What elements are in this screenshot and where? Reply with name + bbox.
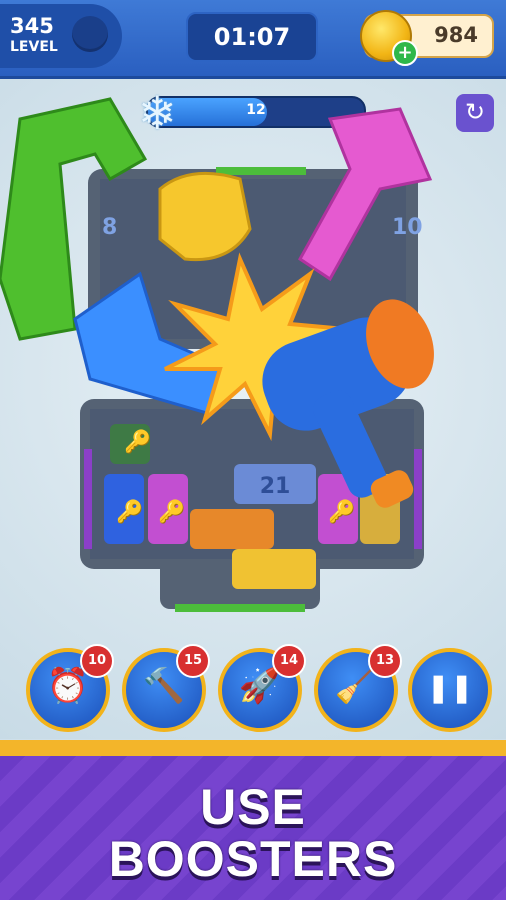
level-badge-icon [72, 16, 108, 52]
block-number-8: 8 [102, 215, 117, 240]
pause-button[interactable]: ❚❚ [408, 648, 492, 732]
key-icon: 🔑 [124, 428, 151, 455]
level-number: 345 [10, 14, 54, 38]
vacuum-booster[interactable]: 🧹 13 [314, 644, 402, 732]
booster-bar: ⏰ 10 🔨 15 🚀 14 🧹 13 ❚❚ [0, 640, 506, 736]
key-icon: 🔑 [328, 498, 355, 525]
exit-gate-bottom [175, 604, 305, 612]
key-icon: 🔑 [158, 498, 185, 525]
promo-title-line2: BOOSTERS [108, 831, 398, 887]
timer: 01:07 [186, 12, 318, 62]
exit-gate-top [216, 167, 306, 175]
puzzle-board[interactable]: 21 8 10 🔑 🔑 🔑 🔑 [0, 79, 506, 639]
clock-booster[interactable]: ⏰ 10 [26, 644, 114, 732]
yellow-square-piece[interactable] [158, 171, 252, 262]
key-icon: 🔑 [116, 498, 143, 525]
add-coins-button[interactable]: + [392, 40, 418, 66]
coin-amount: 984 [434, 23, 478, 47]
booster-count: 14 [272, 644, 306, 678]
promo-banner: USE BOOSTERS [0, 756, 506, 900]
exit-gate-left [84, 449, 92, 549]
hammer-booster[interactable]: 🔨 15 [122, 644, 210, 732]
orange-block[interactable] [190, 509, 274, 549]
rocket-booster[interactable]: 🚀 14 [218, 644, 306, 732]
yellow-bottom-block[interactable] [232, 549, 316, 589]
booster-count: 13 [368, 644, 402, 678]
exit-gate-right [414, 449, 422, 549]
level-label: LEVEL [10, 39, 58, 55]
coin-counter[interactable]: + 984 [360, 10, 494, 66]
block-number-21: 21 [260, 474, 291, 499]
top-bar: 345 LEVEL 01:07 + 984 [0, 0, 506, 79]
footer-divider [0, 740, 506, 756]
promo-title-line1: USE [200, 779, 306, 835]
block-number-10: 10 [392, 215, 423, 240]
level-indicator: 345 LEVEL [0, 4, 122, 68]
booster-count: 15 [176, 644, 210, 678]
booster-count: 10 [80, 644, 114, 678]
